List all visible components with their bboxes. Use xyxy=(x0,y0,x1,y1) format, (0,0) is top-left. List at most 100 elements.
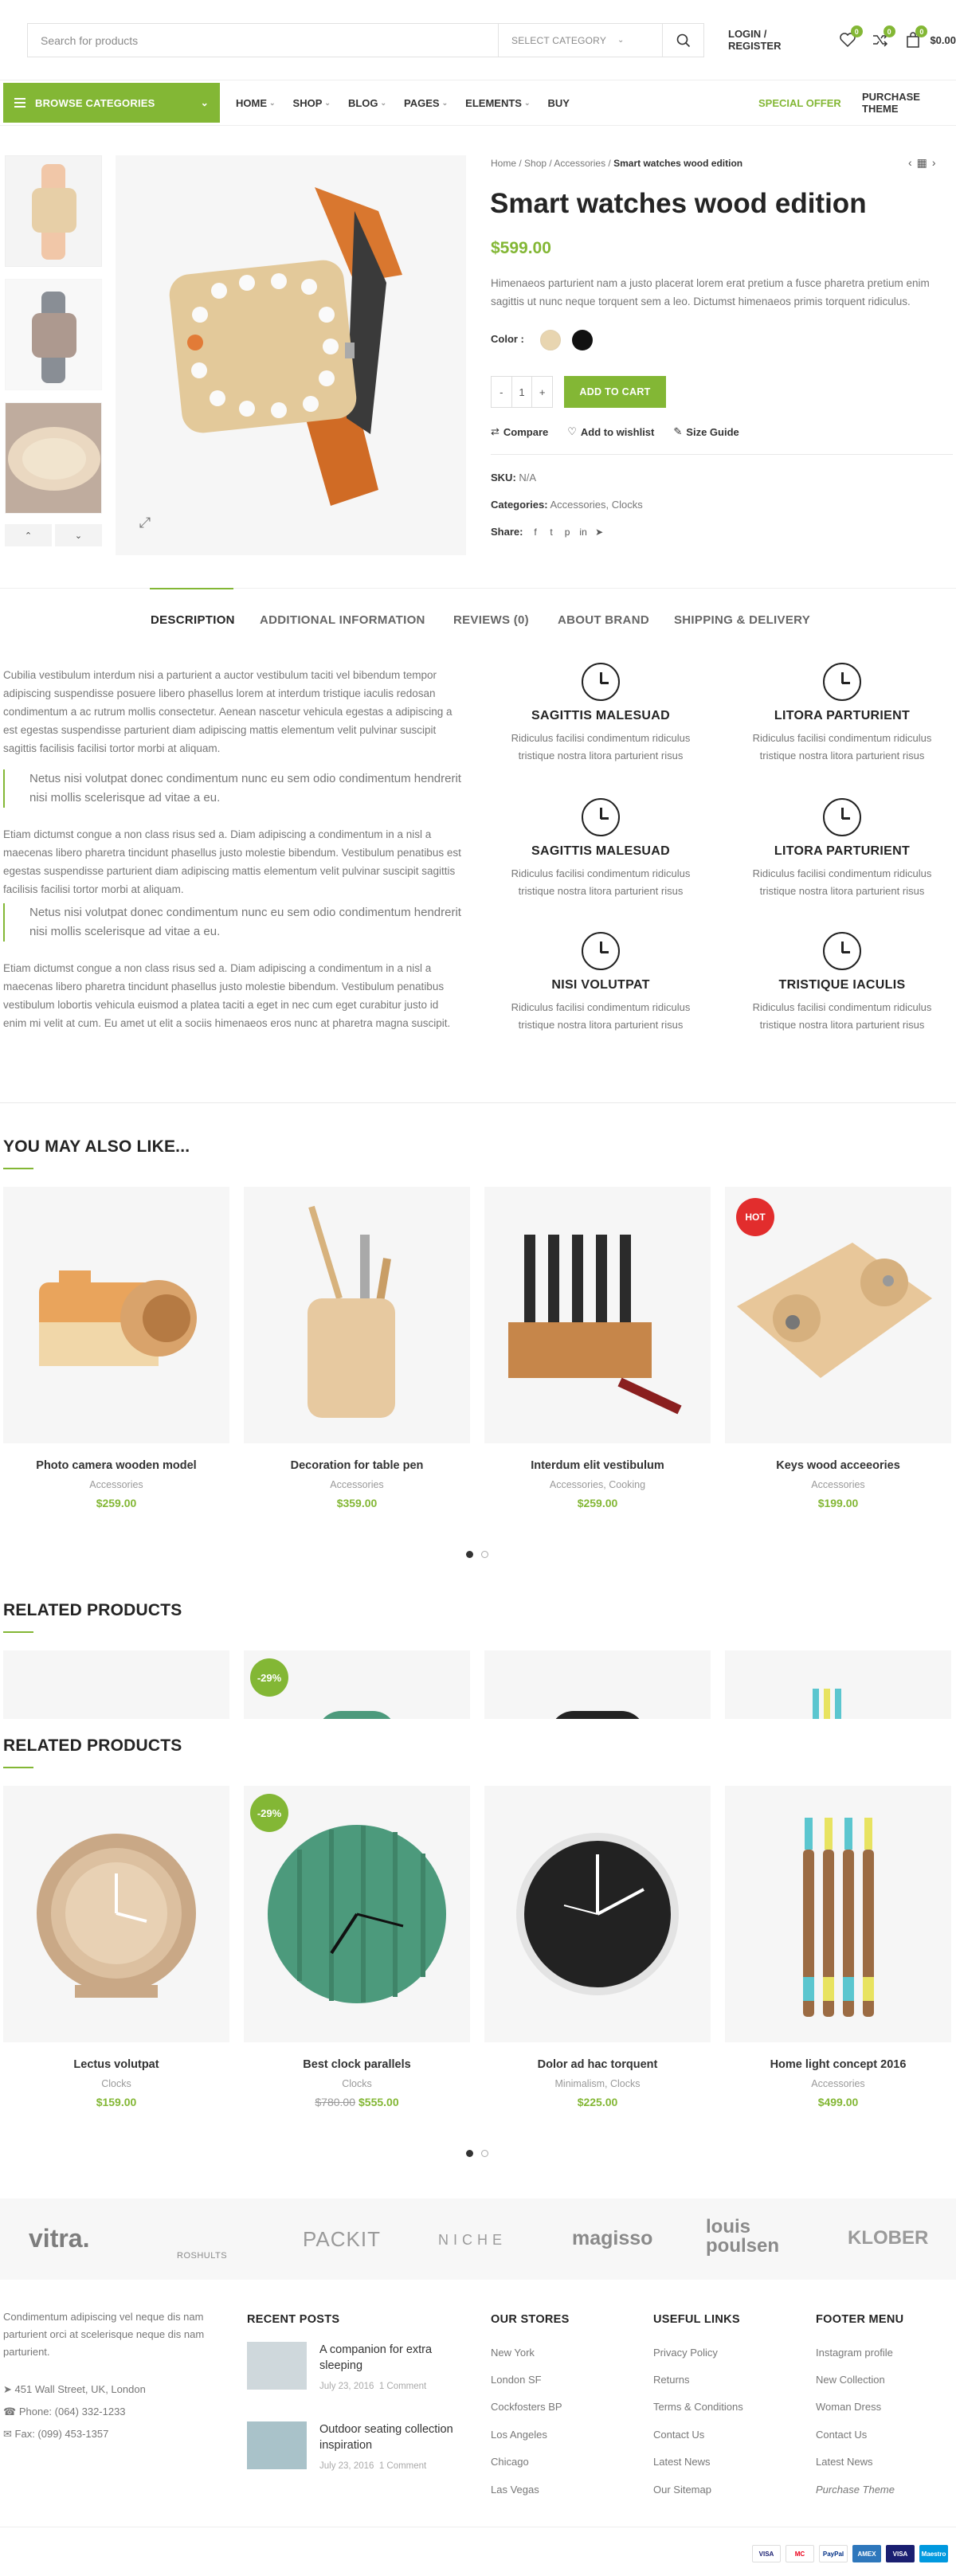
menu-item-shop[interactable]: SHOP ⌄ xyxy=(293,97,331,109)
product-image[interactable] xyxy=(3,1786,229,2042)
menu-item-home[interactable]: HOME ⌄ xyxy=(236,97,276,109)
product-category[interactable]: Accessories xyxy=(244,1479,470,1490)
add-to-wishlist-link[interactable]: ♡ Add to wishlist xyxy=(567,425,654,438)
tab-additional-information[interactable]: ADDITIONAL INFORMATION xyxy=(260,613,425,627)
product-image[interactable] xyxy=(725,1650,951,1719)
chevron-left-icon[interactable]: ‹ xyxy=(908,156,917,169)
facebook-icon[interactable]: f xyxy=(529,527,542,538)
carousel-dot[interactable] xyxy=(481,1551,488,1558)
linkedin-icon[interactable]: in xyxy=(577,527,590,538)
pinterest-icon[interactable]: p xyxy=(561,527,574,538)
footer-menu-link[interactable]: New Collection xyxy=(816,2374,885,2386)
product-category[interactable]: Accessories xyxy=(725,2078,951,2089)
login-register-link[interactable]: LOGIN / REGISTER xyxy=(728,28,818,52)
product-category[interactable]: Clocks xyxy=(244,2078,470,2089)
chevron-right-icon[interactable]: › xyxy=(932,156,941,169)
product-category[interactable]: Minimalism, Clocks xyxy=(484,2078,711,2089)
footer-menu-link[interactable]: Purchase Theme xyxy=(816,2484,895,2496)
footer-useful-link[interactable]: Our Sitemap xyxy=(653,2484,711,2496)
product-card[interactable]: Decoration for table pen Accessories $35… xyxy=(244,1187,470,1509)
special-offer-link[interactable]: SPECIAL OFFER xyxy=(758,83,841,123)
footer-store-link[interactable]: Los Angeles xyxy=(491,2429,547,2441)
tab-about-brand[interactable]: ABOUT BRAND xyxy=(558,613,649,627)
product-image[interactable]: HOT xyxy=(725,1187,951,1443)
footer-useful-link[interactable]: Terms & Conditions xyxy=(653,2401,743,2413)
categories-value[interactable]: Accessories, Clocks xyxy=(550,499,642,511)
carousel-dot-active[interactable] xyxy=(466,1551,473,1558)
product-image[interactable] xyxy=(3,1650,229,1719)
product-image[interactable] xyxy=(725,1786,951,2042)
footer-store-link[interactable]: Cockfosters BP xyxy=(491,2401,562,2413)
footer-store-link[interactable]: Chicago xyxy=(491,2456,529,2468)
footer-store-link[interactable]: New York xyxy=(491,2347,535,2359)
product-name[interactable]: Keys wood acceeories xyxy=(725,1459,951,1472)
menu-item-blog[interactable]: BLOG ⌄ xyxy=(348,97,386,109)
brand-logo-louis-poulsen[interactable]: louis poulsen xyxy=(706,2218,801,2256)
product-main-image[interactable]: ⤢ xyxy=(116,155,466,555)
grid-icon[interactable]: ▦ xyxy=(917,156,932,169)
telegram-icon[interactable]: ➤ xyxy=(593,527,605,538)
purchase-theme-link[interactable]: PURCHASE THEME xyxy=(862,83,956,123)
product-card[interactable]: -29% Best clock parallels Clocks $780.00… xyxy=(244,1786,470,2108)
post-title[interactable]: Outdoor seating collection inspiration xyxy=(319,2421,463,2453)
product-image[interactable] xyxy=(484,1650,711,1719)
post-title[interactable]: A companion for extra sleeping xyxy=(319,2342,463,2374)
footer-store-link[interactable]: Las Vegas xyxy=(491,2484,539,2496)
product-name[interactable]: Photo camera wooden model xyxy=(3,1459,229,1472)
product-category[interactable]: Clocks xyxy=(3,2078,229,2089)
menu-item-elements[interactable]: ELEMENTS ⌄ xyxy=(465,97,530,109)
product-image[interactable] xyxy=(244,1187,470,1443)
product-card[interactable]: Interdum elit vestibulum Accessories, Co… xyxy=(484,1187,711,1509)
product-image[interactable] xyxy=(484,1786,711,2042)
product-image[interactable] xyxy=(3,1187,229,1443)
post-thumbnail[interactable] xyxy=(247,2421,307,2469)
footer-menu-link[interactable]: Woman Dress xyxy=(816,2401,881,2413)
color-swatch-natural[interactable] xyxy=(540,330,561,350)
quantity-minus-button[interactable]: - xyxy=(492,377,511,407)
gallery-thumbnail[interactable] xyxy=(5,402,102,514)
brand-logo-magisso[interactable]: magisso xyxy=(572,2227,652,2250)
add-to-cart-button[interactable]: ADD TO CART xyxy=(564,376,666,408)
footer-useful-link[interactable]: Privacy Policy xyxy=(653,2347,718,2359)
recent-post[interactable]: Outdoor seating collection inspiration J… xyxy=(247,2421,470,2477)
brand-logo-packit[interactable]: PACKIT xyxy=(303,2227,381,2252)
product-image[interactable]: -29% xyxy=(244,1650,470,1719)
product-category[interactable]: Accessories xyxy=(725,1479,951,1490)
size-guide-link[interactable]: ✎ Size Guide xyxy=(673,425,739,438)
category-select[interactable]: SELECT CATEGORY ⌄ xyxy=(498,24,662,57)
wishlist-button[interactable]: 0 xyxy=(839,25,863,49)
search-button[interactable] xyxy=(662,24,703,57)
menu-item-pages[interactable]: PAGES ⌄ xyxy=(404,97,448,109)
breadcrumb-accessories[interactable]: Accessories xyxy=(554,158,605,169)
quantity-plus-button[interactable]: + xyxy=(532,377,552,407)
footer-useful-link[interactable]: Contact Us xyxy=(653,2429,704,2441)
product-name[interactable]: Dolor ad hac torquent xyxy=(484,2058,711,2071)
product-name[interactable]: Best clock parallels xyxy=(244,2058,470,2071)
product-category[interactable]: Accessories xyxy=(3,1479,229,1490)
tab-description[interactable]: DESCRIPTION xyxy=(151,613,235,627)
tab-reviews[interactable]: REVIEWS (0) xyxy=(453,613,529,627)
browse-categories-button[interactable]: BROWSE CATEGORIES ⌄ xyxy=(3,83,220,123)
post-comments[interactable]: 1 Comment xyxy=(379,2382,426,2391)
product-name[interactable]: Home light concept 2016 xyxy=(725,2058,951,2071)
carousel-dot[interactable] xyxy=(481,2150,488,2157)
product-card[interactable]: Lectus volutpat Clocks $159.00 xyxy=(3,1786,229,2108)
tab-shipping-delivery[interactable]: SHIPPING & DELIVERY xyxy=(674,613,810,627)
breadcrumb-home[interactable]: Home xyxy=(491,158,516,169)
menu-item-buy[interactable]: BUY xyxy=(548,97,570,109)
gallery-thumbnail[interactable] xyxy=(5,155,102,267)
compare-button[interactable]: 0 xyxy=(872,25,895,49)
product-card[interactable]: Photo camera wooden model Accessories $2… xyxy=(3,1187,229,1509)
twitter-icon[interactable]: t xyxy=(545,527,558,538)
post-thumbnail[interactable] xyxy=(247,2342,307,2390)
brand-logo-vitra[interactable]: vitra. xyxy=(29,2224,89,2253)
product-image[interactable] xyxy=(484,1187,711,1443)
product-category[interactable]: Accessories, Cooking xyxy=(484,1479,711,1490)
gallery-thumbnail[interactable] xyxy=(5,279,102,390)
product-card[interactable]: HOT Keys wood acceeories Accessories $19… xyxy=(725,1187,951,1509)
brand-logo-klober[interactable]: KLOBER xyxy=(848,2227,928,2249)
carousel-dot-active[interactable] xyxy=(466,2150,473,2157)
footer-useful-link[interactable]: Latest News xyxy=(653,2456,711,2468)
product-name[interactable]: Lectus volutpat xyxy=(3,2058,229,2071)
product-card[interactable]: Home light concept 2016 Accessories $499… xyxy=(725,1786,951,2108)
